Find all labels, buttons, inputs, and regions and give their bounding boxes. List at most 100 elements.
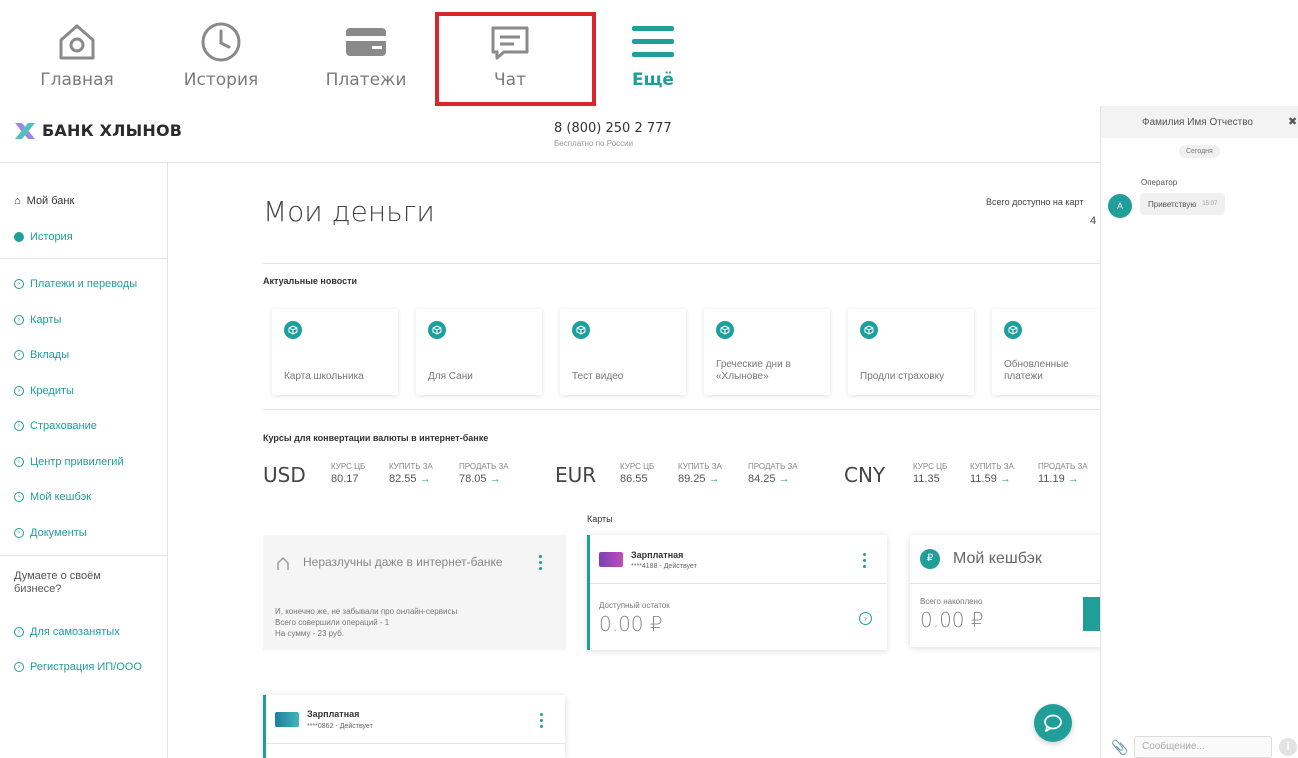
page-title: Мои деньги (263, 195, 435, 228)
card-name: Зарплатная (631, 550, 684, 560)
business-prompt: Думаете о своём бизнесе? (14, 570, 101, 595)
kebab-menu-icon[interactable] (863, 553, 867, 568)
ruble-coin-icon: ₽ (920, 549, 940, 569)
arrow-right-icon: → (1067, 473, 1079, 485)
nav-history[interactable]: История (166, 18, 276, 104)
card-status: ****4188 - Действует (631, 563, 697, 570)
cube-icon (860, 321, 878, 339)
fx-section-title: Курсы для конвертации валюты в интернет-… (263, 433, 489, 443)
sidebar-divider (0, 555, 167, 556)
news-card[interactable]: Обновленные платежи (992, 309, 1100, 395)
fx-sell[interactable]: ПРОДАТЬ ЗА 84.25 → (748, 462, 798, 485)
chevron-circle-icon: › (14, 315, 24, 325)
promo-panel: Неразлучны даже в интернет-банке И, коне… (263, 535, 566, 650)
chevron-circle-icon: › (14, 421, 24, 431)
chat-header: Фамилия Имя Отчество ✖ (1101, 106, 1298, 138)
cards-section-title: Карты (587, 514, 613, 524)
home-icon: ⌂ (14, 195, 21, 207)
nav-more[interactable]: Ещё (598, 18, 708, 104)
fx-buy[interactable]: КУПИТЬ ЗА 11.59 → (970, 462, 1014, 485)
cube-icon (284, 321, 302, 339)
card-status: ****0862 - Действует (307, 723, 373, 730)
sidebar-item-privileges[interactable]: › Центр привилегий (14, 456, 124, 468)
promo-text: Всего совершили операций - 1 (275, 618, 390, 627)
card-tile[interactable]: Зарплатная ****4188 - Действует Доступны… (587, 535, 887, 650)
chevron-circle-icon: › (14, 662, 24, 672)
fx-cb: КУРС ЦБ 80.17 (331, 462, 366, 485)
fx-buy[interactable]: КУПИТЬ ЗА 82.55 → (389, 462, 433, 485)
cube-icon (716, 321, 734, 339)
nav-home[interactable]: Главная (22, 18, 132, 104)
fx-cb: КУРС ЦБ 11.35 (913, 462, 948, 485)
news-card[interactable]: Греческие дни в «Хлынове» (704, 309, 830, 395)
chevron-circle-icon[interactable]: › (859, 612, 872, 625)
kebab-menu-icon[interactable] (539, 555, 543, 570)
hotline: 8 (800) 250 2 777 Бесплатно по России (554, 121, 672, 148)
sidebar-item-cashback[interactable]: › Мой кешбэк (14, 491, 91, 503)
chat-message: Приветствую 15:07 (1140, 193, 1226, 215)
divider (590, 583, 887, 584)
sidebar-item-payments[interactable]: › Платежи и переводы (14, 278, 137, 290)
chevron-circle-icon: › (14, 528, 24, 538)
fx-buy[interactable]: КУПИТЬ ЗА 89.25 → (678, 462, 722, 485)
nav-payments[interactable]: Платежи (311, 18, 421, 104)
divider (263, 409, 1100, 410)
fx-sell[interactable]: ПРОДАТЬ ЗА 78.05 → (459, 462, 509, 485)
cube-icon (1004, 321, 1022, 339)
fx-sell[interactable]: ПРОДАТЬ ЗА 11.19 → (1038, 462, 1088, 485)
promo-title: Неразлучны даже в интернет-банке (303, 555, 503, 569)
info-icon[interactable]: i (1279, 738, 1297, 756)
sidebar-item-registration[interactable]: › Регистрация ИП/ООО (14, 661, 142, 673)
top-nav: Главная История Платежи Чат Ещё (0, 0, 720, 106)
fx-cb: КУРС ЦБ 86.55 (620, 462, 655, 485)
bank-logo[interactable]: БАНК ХЛЫНОВ (14, 121, 182, 140)
sidebar-item-self-employed[interactable]: › Для самозанятых (14, 626, 120, 638)
message-time: 15:07 (1202, 201, 1218, 207)
chat-panel: Фамилия Имя Отчество ✖ Сегодня Оператор … (1100, 106, 1298, 758)
sidebar-item-cards[interactable]: › Карты (14, 314, 61, 326)
total-available-label: Всего доступно на карт (986, 197, 1084, 207)
arrow-right-icon: → (419, 473, 431, 485)
chevron-circle-icon: › (14, 627, 24, 637)
chevron-circle-icon: › (14, 350, 24, 360)
close-icon[interactable]: ✖ (1288, 115, 1297, 128)
chevron-circle-icon: › (14, 457, 24, 467)
kebab-menu-icon[interactable] (540, 713, 544, 728)
date-badge: Сегодня (1179, 145, 1220, 158)
cashback-tile[interactable]: ₽ Мой кешбэк Всего накоплено 0.00 ₽ (910, 535, 1100, 647)
news-card[interactable]: Карта школьника (272, 309, 398, 395)
sidebar-item-history[interactable]: История (14, 231, 73, 243)
divider (910, 583, 1100, 584)
total-available-value: 4 (1090, 215, 1097, 227)
card-tile[interactable]: Зарплатная ****0862 - Действует (263, 695, 565, 758)
hotline-note: Бесплатно по России (554, 139, 634, 148)
sidebar-item-deposits[interactable]: › Вклады (14, 349, 69, 361)
paperclip-icon[interactable]: 📎 (1111, 739, 1128, 756)
cashback-title: Мой кешбэк (953, 550, 1042, 567)
cashback-action-button[interactable] (1083, 597, 1100, 631)
arrow-right-icon: → (489, 473, 501, 485)
sidebar-item-documents[interactable]: › Документы (14, 527, 87, 539)
chat-bubble-icon (1044, 714, 1062, 732)
card-icon (311, 18, 421, 66)
arrow-right-icon: → (778, 473, 790, 485)
chat-highlight-box (435, 12, 596, 106)
cube-icon (572, 321, 590, 339)
sidebar: ⌂ Мой банк История › Платежи и переводы … (0, 163, 168, 758)
arrow-right-icon: → (708, 473, 720, 485)
brand-name: БАНК ХЛЫНОВ (42, 121, 183, 140)
news-card[interactable]: Продли страховку (848, 309, 974, 395)
sidebar-item-credits[interactable]: › Кредиты (14, 385, 74, 397)
message-input[interactable]: Сообщение... (1134, 736, 1272, 758)
news-card[interactable]: Тест видео (560, 309, 686, 395)
card-name: Зарплатная (307, 709, 360, 719)
arrow-right-icon: → (999, 473, 1011, 485)
chevron-circle-icon: › (14, 386, 24, 396)
sidebar-item-my-bank[interactable]: ⌂ Мой банк (14, 195, 74, 207)
balance-amount: 0.00 ₽ (599, 612, 663, 636)
chevron-circle-icon: › (14, 279, 24, 289)
operator-label: Оператор (1141, 178, 1178, 187)
open-chat-button[interactable] (1034, 704, 1072, 742)
news-card[interactable]: Для Сани (416, 309, 542, 395)
sidebar-item-insurance[interactable]: › Страхование (14, 420, 97, 432)
